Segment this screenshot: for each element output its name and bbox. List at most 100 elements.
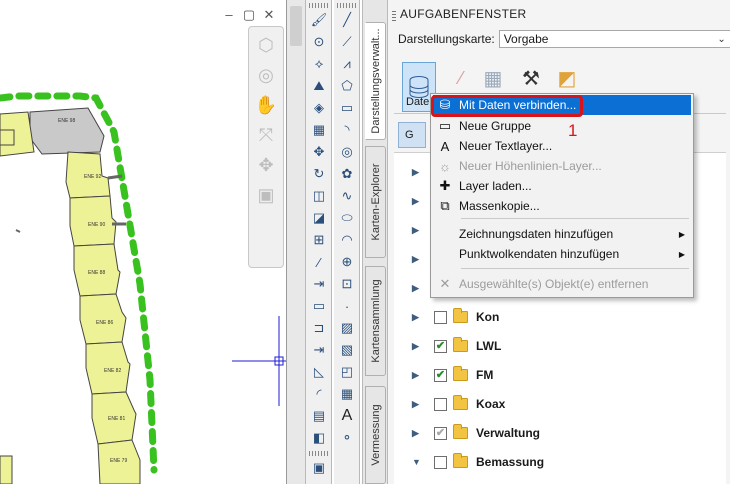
table-icon[interactable]: ▦ xyxy=(336,384,358,404)
menu-item[interactable]: ✚ Layer laden... xyxy=(433,176,691,196)
join-icon[interactable]: ◺ xyxy=(308,362,330,382)
tab-groups[interactable]: G xyxy=(398,122,426,148)
layer-checkbox[interactable]: ✔ xyxy=(434,426,447,440)
layer-checkbox[interactable] xyxy=(434,310,447,324)
showmotion-icon[interactable]: ▣ xyxy=(254,183,278,207)
canvas-scrollbar[interactable] xyxy=(287,0,306,484)
tab-map-book[interactable]: Kartensammlung xyxy=(365,266,386,376)
table-button[interactable]: ▦ xyxy=(476,62,510,94)
copy-icon[interactable]: ◧ xyxy=(308,428,330,448)
collapse-arrow-icon[interactable]: ▼ xyxy=(412,457,426,467)
hatch-icon[interactable]: ▨ xyxy=(336,318,358,338)
expand-arrow-icon[interactable]: ▶ xyxy=(412,225,426,236)
shape-icon[interactable]: ◈ xyxy=(308,98,330,118)
orbit-icon[interactable]: ✥ xyxy=(254,153,278,177)
move-icon[interactable]: ▦ xyxy=(308,120,330,140)
expand-arrow-icon[interactable]: ▶ xyxy=(412,283,426,294)
ellipse-icon[interactable]: ⬭ xyxy=(336,208,358,228)
menu-item[interactable]: A Neuer Textlayer... xyxy=(433,136,691,156)
layer-checkbox[interactable]: ✔ xyxy=(434,368,447,382)
spline-icon[interactable]: ∿ xyxy=(336,186,358,206)
menu-item[interactable]: Punktwolkendaten hinzufügen ▶ xyxy=(433,244,691,264)
layer-checkbox[interactable] xyxy=(434,397,447,411)
menu-separator xyxy=(461,268,689,269)
fillet-icon[interactable]: ⇥ xyxy=(308,340,330,360)
split-icon[interactable]: ▭ xyxy=(308,296,330,316)
stack-icon[interactable]: ▣ xyxy=(308,458,330,478)
building-label: ENE 92 xyxy=(84,174,101,180)
expand-arrow-icon[interactable]: ▶ xyxy=(412,167,426,178)
rectangle-icon[interactable]: ▭ xyxy=(336,98,358,118)
polyline-tool-icon[interactable]: ⩘ xyxy=(336,54,358,74)
toolbar-grip[interactable] xyxy=(309,451,328,456)
break-icon[interactable]: ⊐ xyxy=(308,318,330,338)
insert-block-icon[interactable]: ⊕ xyxy=(336,252,358,272)
tools-button[interactable]: ⚒ xyxy=(514,62,548,94)
line-icon[interactable]: ╱ xyxy=(336,10,358,30)
polyline-icon[interactable]: ⟡ xyxy=(308,54,330,74)
zoom-icon[interactable]: ⤧ xyxy=(254,123,278,147)
expand-arrow-icon[interactable]: ▶ xyxy=(412,428,426,439)
gradient-icon[interactable]: ▧ xyxy=(336,340,358,360)
expand-arrow-icon[interactable]: ▶ xyxy=(412,370,426,381)
circle-icon[interactable]: ◎ xyxy=(336,142,358,162)
extend-icon[interactable]: ⊞ xyxy=(308,230,330,250)
gray-building xyxy=(29,107,105,155)
tree-row[interactable]: ▶ ✔ Verwaltung xyxy=(412,422,540,444)
region-icon[interactable]: ◰ xyxy=(336,362,358,382)
menu-item[interactable]: Zeichnungsdaten hinzufügen ▶ xyxy=(433,224,691,244)
expand-arrow-icon[interactable]: ▶ xyxy=(412,254,426,265)
remove-icon: ✕ xyxy=(439,276,451,291)
point-icon[interactable]: · xyxy=(336,296,358,316)
display-map-select[interactable]: Vorgabe ⌄ xyxy=(498,30,730,48)
add-selected-icon[interactable]: ⚬ xyxy=(336,428,358,448)
make-block-icon[interactable]: ⊡ xyxy=(336,274,358,294)
expand-arrow-icon[interactable]: ▶ xyxy=(412,196,426,207)
trim-icon[interactable]: ◪ xyxy=(308,208,330,228)
toolbar-grip[interactable] xyxy=(309,3,328,8)
polygon-icon[interactable]: ⬠ xyxy=(336,76,358,96)
stretch-icon[interactable]: ◫ xyxy=(308,186,330,206)
arc-icon[interactable]: ⇥ xyxy=(308,274,330,294)
tree-row[interactable]: ▶ Kon xyxy=(412,306,499,328)
xline-icon[interactable]: ⟋ xyxy=(336,32,358,52)
menu-item[interactable]: ⧉ Massenkopie... xyxy=(433,196,691,216)
tree-row[interactable]: ▶ ✔ FM xyxy=(412,364,493,386)
perimeter-icon[interactable]: ⛰ xyxy=(308,76,330,96)
mtext-icon[interactable]: A xyxy=(336,406,358,426)
restore-icon[interactable]: ▢ xyxy=(242,8,256,22)
revcloud-icon[interactable]: ✿ xyxy=(336,164,358,184)
expand-arrow-icon[interactable]: ▶ xyxy=(412,341,426,352)
arc-tool-icon[interactable]: ◝ xyxy=(336,120,358,140)
tree-row[interactable]: ▶ Koax xyxy=(412,393,505,415)
tab-map-explorer[interactable]: Karten-Explorer xyxy=(365,146,386,258)
style-button[interactable]: ⁄ xyxy=(444,62,478,94)
ellipse-arc-icon[interactable]: ◠ xyxy=(336,230,358,250)
tab-survey[interactable]: Vermessung xyxy=(365,386,386,484)
map-button[interactable]: ◩ xyxy=(550,62,584,94)
tree-row[interactable]: ▶ ✔ LWL xyxy=(412,335,501,357)
layer-tool-icon[interactable]: ▤ xyxy=(308,406,330,426)
pan-hand-icon[interactable]: ✋ xyxy=(254,93,278,117)
expand-arrow-icon[interactable]: ▶ xyxy=(412,312,426,323)
array-icon[interactable]: ⁄ xyxy=(308,252,330,272)
scrollbar-thumb[interactable] xyxy=(290,6,302,46)
explode-icon[interactable]: ◜ xyxy=(308,384,330,404)
close-icon[interactable]: ✕ xyxy=(262,8,276,22)
scale-icon[interactable]: ↻ xyxy=(308,164,330,184)
layer-checkbox[interactable]: ✔ xyxy=(434,339,447,353)
menu-item[interactable]: ▭ Neue Gruppe xyxy=(433,116,691,136)
tab-display-manager[interactable]: Darstellungsverwalt... xyxy=(365,22,386,140)
rotate-icon[interactable]: ✥ xyxy=(308,142,330,162)
cube-icon[interactable]: ⬡ xyxy=(254,33,278,57)
layer-checkbox[interactable] xyxy=(434,455,447,469)
minimize-icon[interactable]: – xyxy=(222,8,236,22)
paint-icon[interactable]: 🖌 xyxy=(308,10,330,30)
steering-wheel-icon[interactable]: ◎ xyxy=(254,63,278,87)
toolbar-grip[interactable] xyxy=(337,3,356,8)
tree-row[interactable]: ▼ Bemassung xyxy=(412,451,544,473)
snap-icon[interactable]: ⊙ xyxy=(308,32,330,52)
expand-arrow-icon[interactable]: ▶ xyxy=(412,399,426,410)
drawing-canvas[interactable]: ENE 98 ENE 92 ENE 90 ENE 88 ENE 86 ENE 8… xyxy=(0,0,287,484)
align-icon[interactable]: ▥ xyxy=(308,480,330,484)
